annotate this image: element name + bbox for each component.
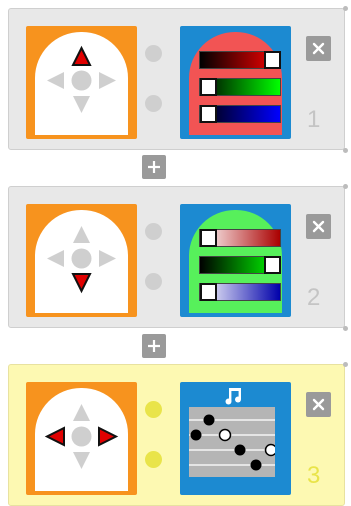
color-node-tile[interactable] <box>180 26 291 139</box>
dpad-center-icon <box>71 70 92 91</box>
red-slider[interactable] <box>199 229 281 247</box>
red-slider-knob[interactable] <box>200 229 217 247</box>
green-slider-knob[interactable] <box>264 256 281 274</box>
music-note[interactable] <box>234 444 246 456</box>
dpad-center-icon <box>71 426 92 447</box>
arrow-left-icon <box>47 250 64 267</box>
link-dot-bottom <box>145 95 162 112</box>
music-note[interactable] <box>190 429 202 441</box>
arrow-right-icon <box>98 426 119 447</box>
green-slider[interactable] <box>199 256 281 274</box>
close-icon <box>312 398 325 411</box>
blue-slider[interactable] <box>199 105 281 123</box>
resize-handle[interactable] <box>343 362 348 367</box>
music-note-icon <box>225 388 241 405</box>
green-slider-knob[interactable] <box>200 78 217 96</box>
arrow-down-icon <box>73 96 90 113</box>
plus-icon <box>148 340 160 352</box>
dpad-center-icon <box>71 248 92 269</box>
blue-slider[interactable] <box>199 283 281 301</box>
close-icon <box>312 42 325 55</box>
rule-number: 3 <box>307 462 321 489</box>
red-slider-knob[interactable] <box>264 51 281 69</box>
add-rule-button[interactable] <box>142 155 166 179</box>
color-node-background <box>189 210 282 313</box>
arrow-up-icon <box>71 45 92 66</box>
resize-handle[interactable] <box>343 326 348 331</box>
arrow-right-icon <box>99 250 116 267</box>
arrow-down-icon <box>71 273 92 294</box>
close-icon <box>312 220 325 233</box>
link-dot-bottom <box>145 451 162 468</box>
close-button[interactable] <box>306 214 331 239</box>
green-slider[interactable] <box>199 78 281 96</box>
add-rule-button[interactable] <box>142 334 166 358</box>
color-node-tile[interactable] <box>180 204 291 317</box>
link-dot-top <box>145 45 162 62</box>
close-button[interactable] <box>306 36 331 61</box>
arrow-up-icon <box>73 226 90 243</box>
arrow-left-icon <box>47 72 64 89</box>
dpad-tile[interactable] <box>26 382 137 495</box>
plus-icon <box>148 161 160 173</box>
music-staff-lines <box>189 414 278 471</box>
dpad-tile[interactable] <box>26 204 137 317</box>
link-dot-bottom <box>145 273 162 290</box>
music-node-tile[interactable] <box>180 382 291 495</box>
rule-card-3: 3 <box>8 362 348 506</box>
dpad-tile[interactable] <box>26 26 137 139</box>
close-button[interactable] <box>306 392 331 417</box>
link-dot-top <box>145 401 162 418</box>
dpad-icon <box>47 226 116 294</box>
rule-card-2: 2 <box>8 184 348 331</box>
blue-slider-knob[interactable] <box>200 283 217 301</box>
rule-number: 1 <box>307 106 321 133</box>
music-staff[interactable] <box>189 407 278 477</box>
link-dot-top <box>145 223 162 240</box>
blue-slider-knob[interactable] <box>200 105 217 123</box>
red-slider[interactable] <box>199 51 281 69</box>
color-node-background <box>189 32 282 135</box>
arrow-up-icon <box>73 404 90 421</box>
arrow-left-icon <box>44 426 65 447</box>
rule-card-1: 1 <box>8 6 348 153</box>
music-note[interactable] <box>203 414 215 426</box>
resize-handle[interactable] <box>343 6 348 11</box>
dpad-icon <box>44 404 119 469</box>
resize-handle[interactable] <box>343 184 348 189</box>
music-note[interactable] <box>250 459 262 471</box>
arrow-down-icon <box>73 452 90 469</box>
dpad-icon <box>47 45 116 113</box>
resize-handle[interactable] <box>343 148 348 153</box>
rule-number: 2 <box>307 284 321 311</box>
arrow-right-icon <box>99 72 116 89</box>
music-note[interactable] <box>218 428 232 442</box>
music-note[interactable] <box>264 443 278 457</box>
